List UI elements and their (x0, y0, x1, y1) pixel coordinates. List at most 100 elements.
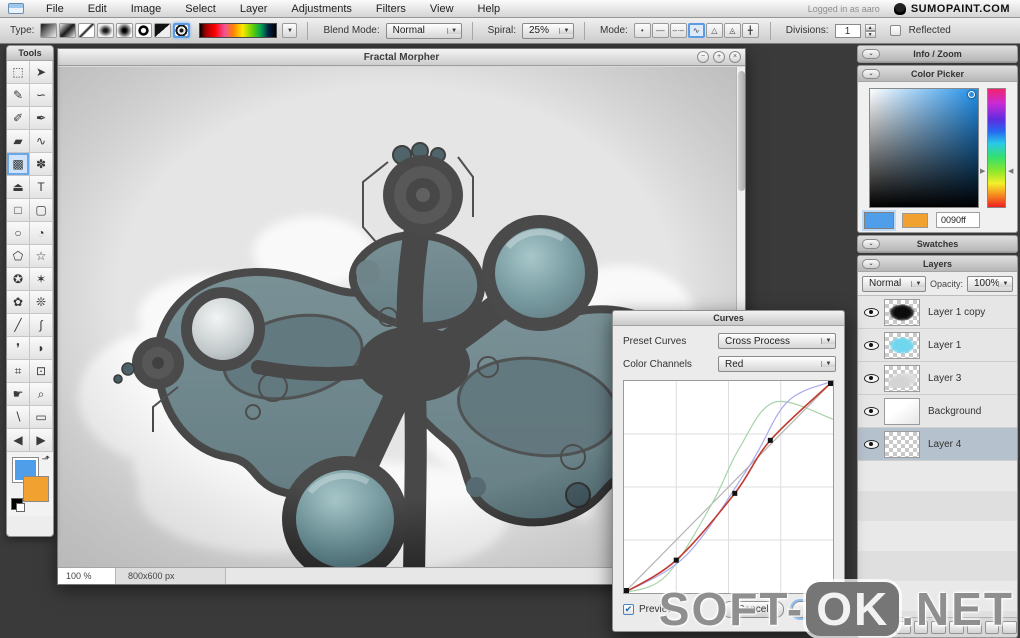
spiral-select[interactable]: 25% ▼ (522, 23, 574, 39)
color-picker-header[interactable]: ⌄ Color Picker (858, 66, 1017, 82)
pie-shape-tool[interactable]: ◔ (30, 222, 53, 245)
chalk-tool[interactable]: ▰ (7, 130, 30, 153)
snowflake-shape-tool[interactable]: ❊ (30, 291, 53, 314)
minimize-button[interactable]: − (697, 51, 709, 63)
circle-gradient-type[interactable] (135, 23, 152, 38)
linear-gradient-type[interactable] (40, 23, 57, 38)
zoom-level[interactable]: 100 % (58, 568, 116, 584)
curve-control-point[interactable] (674, 558, 679, 563)
hand-tool[interactable]: ☛ (7, 383, 30, 406)
curve-control-point[interactable] (768, 438, 773, 443)
six-point-star-shape-tool[interactable]: ✶ (30, 268, 53, 291)
color-cursor-icon[interactable] (968, 91, 975, 98)
hue-slider-left-icon[interactable]: ▶ (980, 167, 985, 175)
panel-toggle-icon[interactable]: ⌄ (862, 49, 880, 59)
curve-tool[interactable]: ∫ (30, 314, 53, 337)
opacity-select[interactable]: 100% ▼ (967, 276, 1013, 292)
square-gradient-type[interactable] (97, 23, 114, 38)
close-button[interactable]: × (729, 51, 741, 63)
layers-header[interactable]: ⌄ Layers (858, 256, 1017, 272)
diagonal-gradient-type[interactable] (78, 23, 95, 38)
rectangle-shape-tool[interactable]: □ (7, 199, 30, 222)
mode-dot[interactable]: • (634, 23, 651, 38)
scrollbar-thumb[interactable] (738, 71, 745, 191)
layer-row[interactable]: Layer 4 (858, 428, 1017, 461)
eraser-tool[interactable]: ▭ (30, 406, 53, 429)
curve-control-point[interactable] (732, 491, 737, 496)
divisions-input[interactable]: 1 (835, 24, 861, 38)
layer-row[interactable]: Background (858, 395, 1017, 428)
swatches-header[interactable]: ⌄ Swatches (858, 236, 1017, 252)
gradient-picker-dropdown-button[interactable]: ▼ (282, 23, 297, 38)
layer-row[interactable]: Layer 1 (858, 329, 1017, 362)
brand[interactable]: SUMOPAINT.COM (894, 3, 1010, 15)
hex-color-input[interactable]: 0090ff (936, 212, 980, 228)
brush-tool[interactable]: ✐ (7, 107, 30, 130)
maximize-button[interactable]: + (713, 51, 725, 63)
panel-toggle-icon[interactable]: ⌄ (862, 69, 880, 79)
info-zoom-header[interactable]: ⌄ Info / Zoom (858, 46, 1017, 62)
curve-graph[interactable] (623, 380, 834, 594)
crop-tool[interactable]: ⌗ (7, 360, 30, 383)
radial-gradient-type[interactable] (116, 23, 133, 38)
clone-tool[interactable]: ✽ (30, 153, 53, 176)
hue-slider-right-icon[interactable]: ◀ (1008, 167, 1013, 175)
lasso-tool[interactable]: ∽ (30, 84, 53, 107)
layer-row[interactable]: Layer 1 copy (858, 296, 1017, 329)
picker-background-swatch[interactable] (902, 213, 928, 228)
blur-tool[interactable]: ❜ (7, 337, 30, 360)
reflected-gradient-type[interactable] (59, 23, 76, 38)
blend-mode-select[interactable]: Normal ▼ (386, 23, 462, 39)
preset-curves-select[interactable]: Cross Process ▼ (718, 333, 836, 349)
layer-visibility-toggle[interactable] (858, 440, 884, 449)
mode-zigzag[interactable]: ∿ (688, 23, 705, 38)
mode-dash-dot[interactable]: –·– (670, 23, 687, 38)
eyedropper-tool[interactable]: ∖ (7, 406, 30, 429)
panel-toggle-icon[interactable]: ⌄ (862, 239, 880, 249)
default-colors-icon[interactable] (11, 498, 23, 510)
menu-select[interactable]: Select (173, 0, 228, 18)
canvas-titlebar[interactable]: Fractal Morpher − + × (58, 49, 745, 66)
preview-checkbox[interactable]: ✔ (623, 604, 634, 615)
zoom-tool[interactable]: ⌕ (30, 383, 53, 406)
layer-visibility-toggle[interactable] (858, 374, 884, 383)
smudge-tool[interactable]: ∿ (30, 130, 53, 153)
swap-colors-icon[interactable]: ⬏ (42, 454, 50, 465)
flower-shape-tool[interactable]: ✿ (7, 291, 30, 314)
menu-filters[interactable]: Filters (364, 0, 418, 18)
seal-shape-tool[interactable]: ✪ (7, 268, 30, 291)
stepper-down-icon[interactable]: ▼ (865, 31, 876, 38)
mode-triangle[interactable]: △ (706, 23, 723, 38)
panel-toggle-icon[interactable]: ⌄ (862, 259, 880, 269)
line-tool[interactable]: ╱ (7, 314, 30, 337)
menu-edit[interactable]: Edit (76, 0, 119, 18)
divisions-stepper[interactable]: ▲ ▼ (865, 24, 876, 38)
gradient-preview-strip[interactable] (199, 23, 277, 38)
layer-visibility-toggle[interactable] (858, 341, 884, 350)
menu-view[interactable]: View (418, 0, 466, 18)
layer-visibility-toggle[interactable] (858, 407, 884, 416)
picker-foreground-swatch[interactable] (864, 212, 894, 229)
polygon-shape-tool[interactable]: ⬠ (7, 245, 30, 268)
curve-control-point[interactable] (828, 381, 833, 386)
menu-image[interactable]: Image (119, 0, 174, 18)
spiral-gradient-type[interactable] (173, 23, 190, 38)
stepper-up-icon[interactable]: ▲ (865, 24, 876, 31)
mode-dash[interactable]: –– (652, 23, 669, 38)
move-tool[interactable]: ➤ (30, 61, 53, 84)
menu-file[interactable]: File (34, 0, 76, 18)
ink-brush-tool[interactable]: ✒ (30, 107, 53, 130)
background-color-swatch[interactable] (23, 476, 49, 502)
menu-help[interactable]: Help (466, 0, 513, 18)
saturation-brightness-field[interactable] (869, 88, 979, 208)
menu-adjustments[interactable]: Adjustments (279, 0, 364, 18)
menu-layer[interactable]: Layer (228, 0, 280, 18)
rounded-rectangle-shape-tool[interactable]: ▢ (30, 199, 53, 222)
undo-button[interactable]: ◀ (7, 429, 30, 452)
corner-gradient-type[interactable] (154, 23, 171, 38)
hue-slider[interactable] (987, 88, 1006, 208)
stamp-tool[interactable]: ⏏ (7, 176, 30, 199)
marquee-tool[interactable]: ⬚ (7, 61, 30, 84)
mode-triangle-dot[interactable]: ◬ (724, 23, 741, 38)
layer-blend-mode-select[interactable]: Normal ▼ (862, 276, 926, 292)
